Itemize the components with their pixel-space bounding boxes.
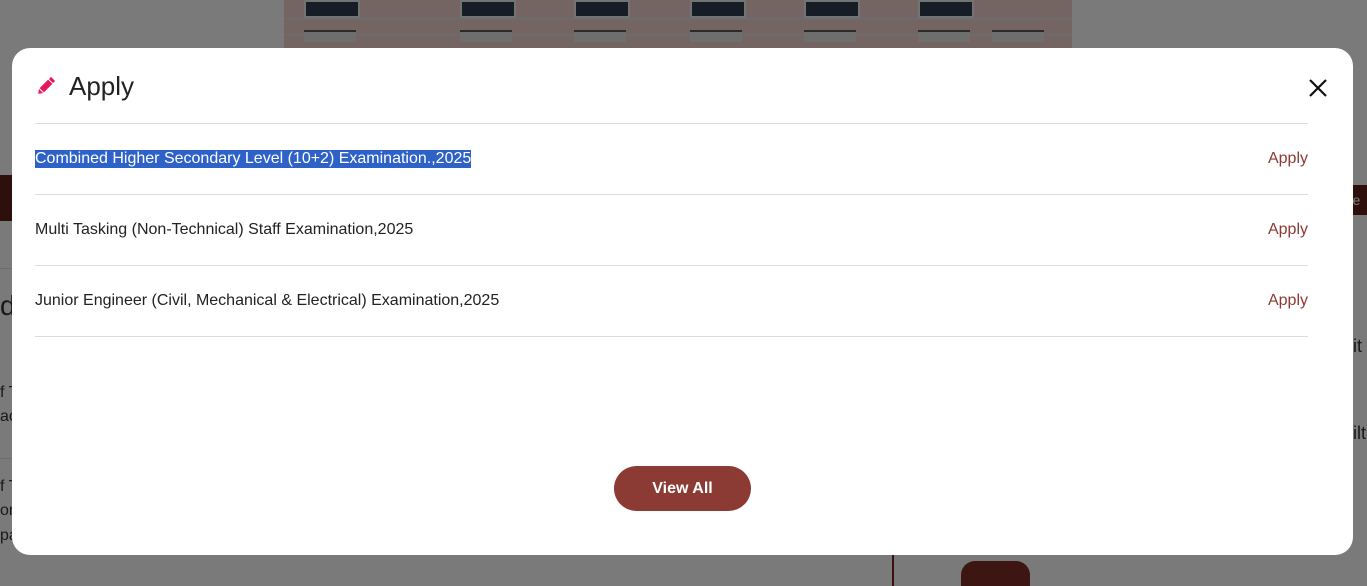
apply-link[interactable]: Apply [1268, 150, 1308, 168]
list-item: Multi Tasking (Non-Technical) Staff Exam… [35, 194, 1308, 265]
list-item: Combined Higher Secondary Level (10+2) E… [35, 123, 1308, 194]
pencil-icon [35, 75, 57, 97]
view-all-button[interactable]: View All [614, 466, 751, 511]
exam-name: Multi Tasking (Non-Technical) Staff Exam… [35, 221, 414, 238]
apply-link[interactable]: Apply [1268, 221, 1308, 239]
apply-modal: Apply Combined Higher Secondary Level (1… [12, 48, 1353, 555]
exam-name: Combined Higher Secondary Level (10+2) E… [35, 150, 472, 168]
exam-list: Combined Higher Secondary Level (10+2) E… [35, 123, 1308, 337]
close-icon[interactable] [1306, 76, 1330, 100]
modal-header: Apply [35, 66, 1330, 106]
exam-name: Junior Engineer (Civil, Mechanical & Ele… [35, 292, 500, 309]
list-item: Junior Engineer (Civil, Mechanical & Ele… [35, 265, 1308, 337]
apply-link[interactable]: Apply [1268, 292, 1308, 310]
modal-title: Apply [69, 70, 135, 101]
